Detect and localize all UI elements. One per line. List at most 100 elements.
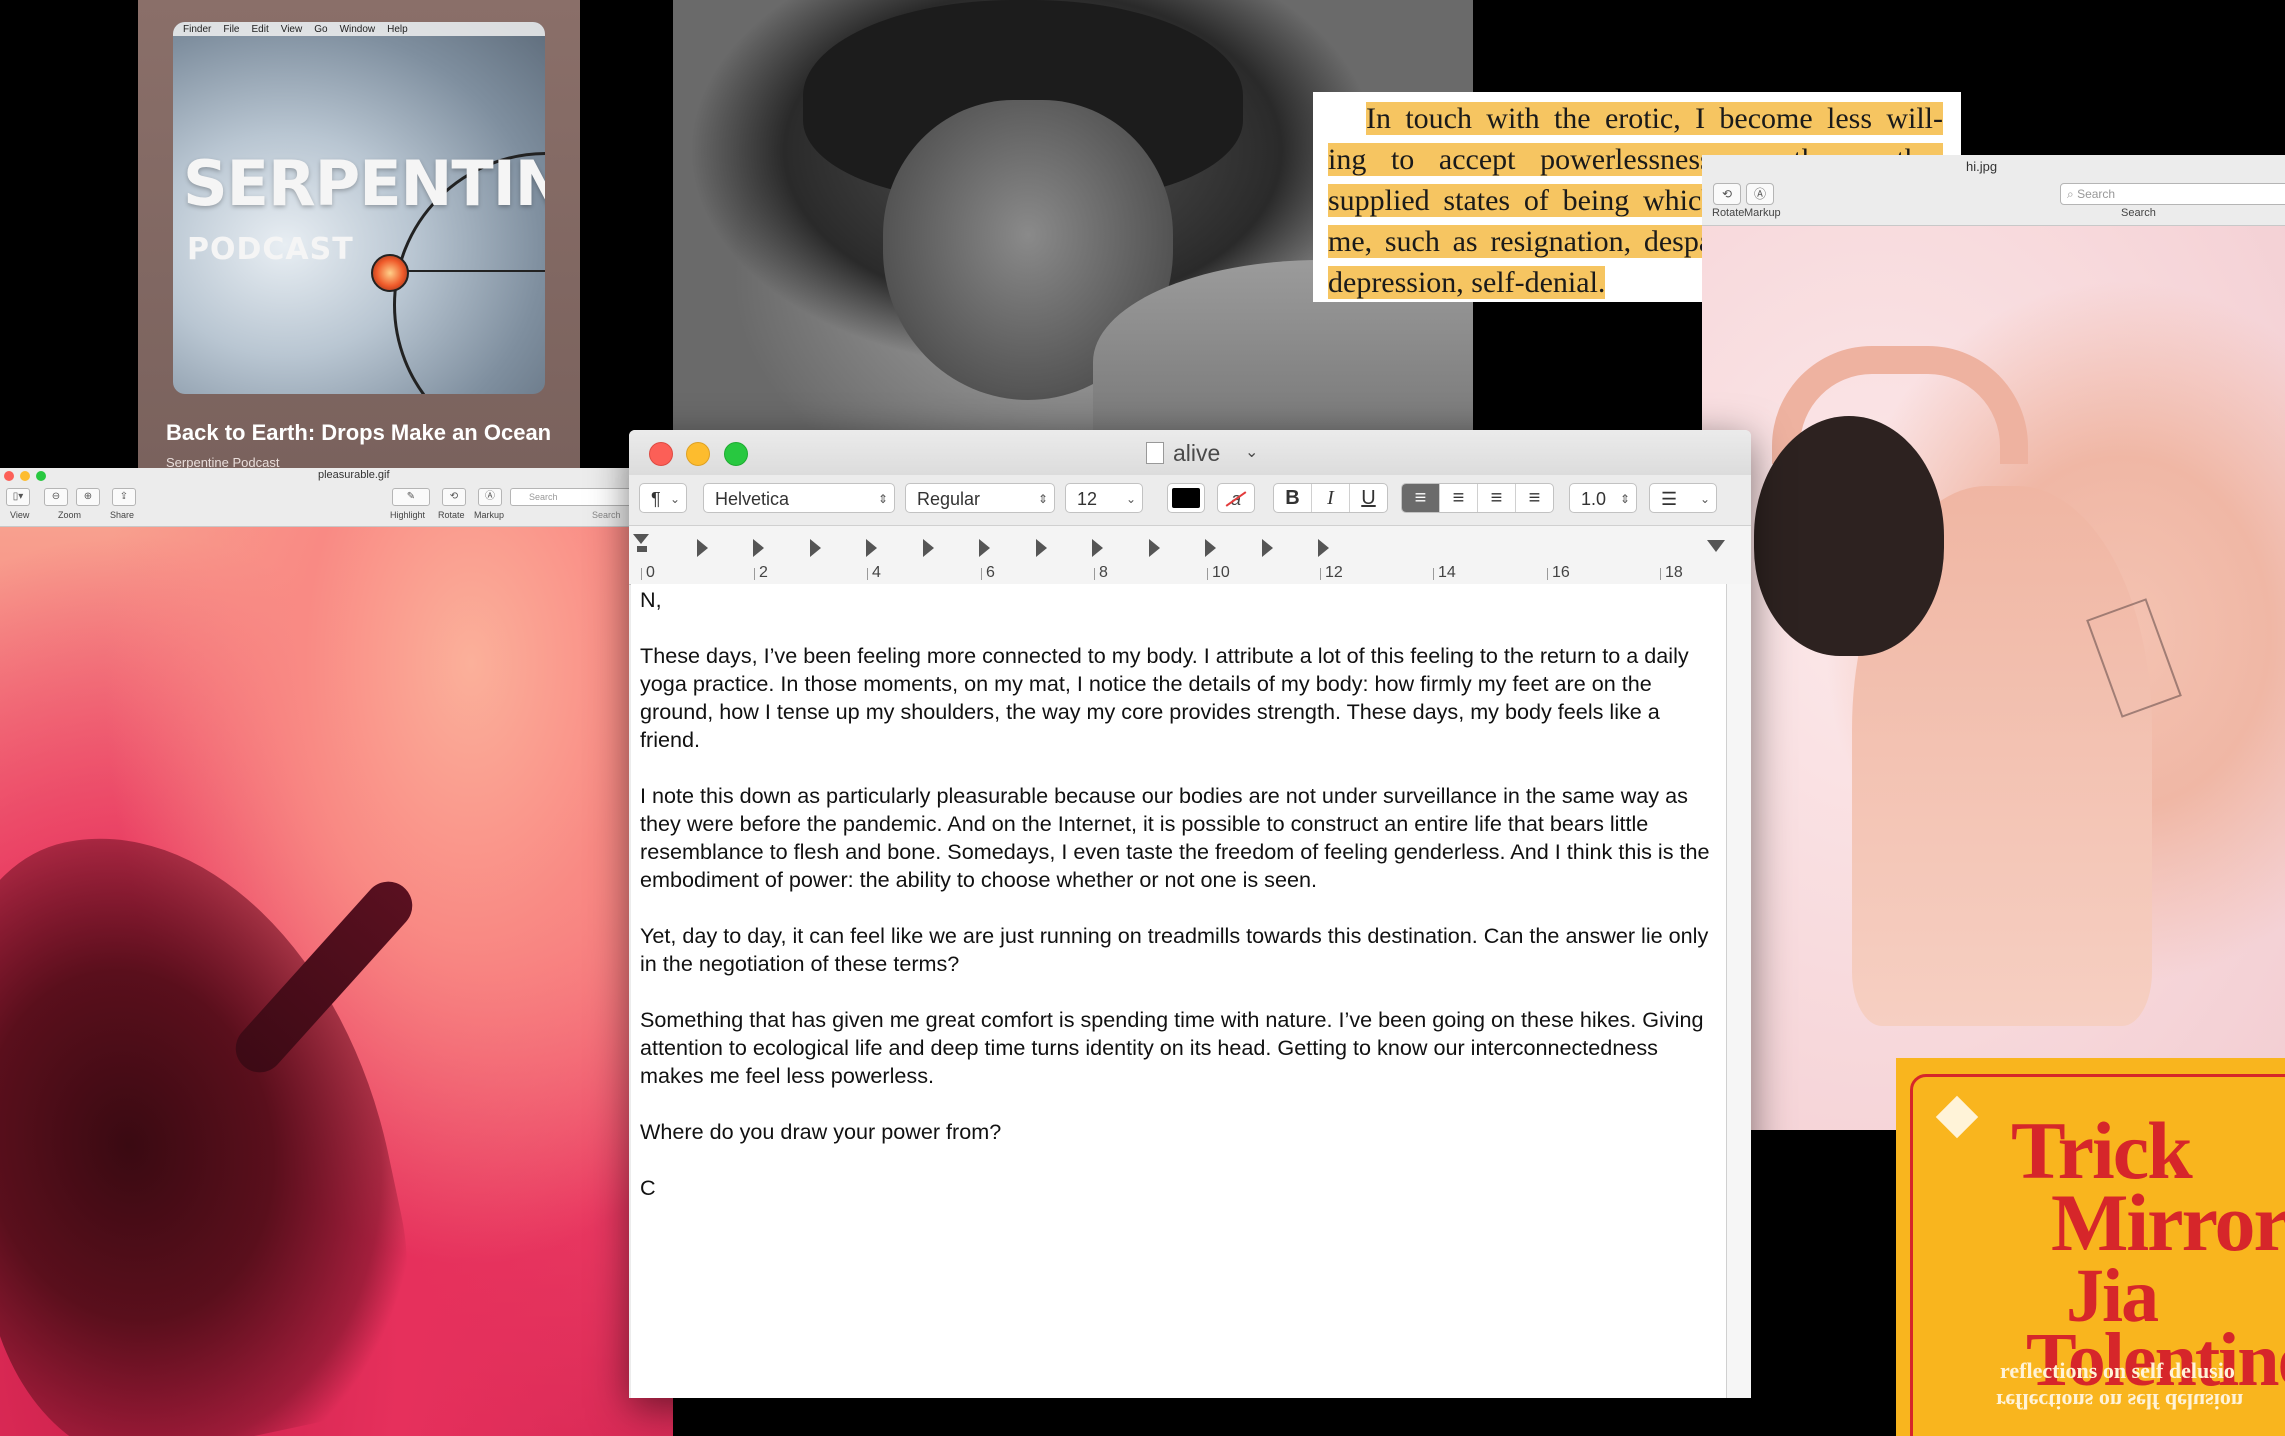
rotate-label: Rotate xyxy=(1712,207,1745,219)
tab-stop-marker[interactable] xyxy=(810,539,821,557)
doc-paragraph[interactable]: Something that has given me great comfor… xyxy=(640,1006,1715,1090)
chevron-down-icon[interactable]: ⌄ xyxy=(1245,442,1258,462)
search-icon: ⌕ xyxy=(2067,187,2078,201)
chevron-down-icon: ⌄ xyxy=(1125,492,1136,506)
text-color-well[interactable] xyxy=(1167,483,1205,513)
doc-paragraph[interactable]: I note this down as particularly pleasur… xyxy=(640,782,1715,894)
tab-stop-marker[interactable] xyxy=(1036,539,1047,557)
align-right-button[interactable]: ≡ xyxy=(1478,484,1516,512)
minimize-button[interactable] xyxy=(686,442,710,466)
document-text[interactable]: N, These days, I’ve been feeling more co… xyxy=(640,586,1715,1230)
pilcrow-icon: ¶ xyxy=(651,489,661,509)
zoom-button[interactable] xyxy=(724,442,748,466)
search-placeholder: Search xyxy=(2077,187,2116,201)
markup-icon[interactable]: Ⓐ xyxy=(1746,183,1774,205)
search-input[interactable]: ⌕ Search xyxy=(2060,183,2285,205)
font-size-combo[interactable]: 12 ⌄ xyxy=(1065,483,1143,513)
close-button[interactable] xyxy=(649,442,673,466)
align-center-button[interactable]: ≡ xyxy=(1440,484,1478,512)
podcast-card[interactable]: Finder File Edit View Go Window Help SER… xyxy=(138,0,580,470)
list-style-button[interactable]: ☰ ⌄ xyxy=(1649,483,1717,513)
ruler-tick xyxy=(1207,568,1208,580)
tab-stop-marker[interactable] xyxy=(923,539,934,557)
highlight-color-well[interactable]: a xyxy=(1217,483,1255,513)
podcast-cover-art: Finder File Edit View Go Window Help SER… xyxy=(173,22,545,394)
cover-menubar: Finder File Edit View Go Window Help xyxy=(173,22,545,36)
podcast-wordmark-sub: PODCAST xyxy=(187,232,354,267)
line-spacing-value: 1.0 xyxy=(1581,489,1607,509)
share-icon[interactable]: ⇪ xyxy=(112,488,136,506)
rotate-icon[interactable]: ⟲ xyxy=(442,488,466,506)
doc-paragraph[interactable]: These days, I’ve been feeling more conne… xyxy=(640,642,1715,754)
zoom-button[interactable] xyxy=(36,471,46,481)
preview-toolbar: pleasurable.gif ▯▾ View ⊖ Zoom ⊕ ⇪ Share… xyxy=(0,468,673,527)
tab-stop-marker[interactable] xyxy=(866,539,877,557)
minimize-button[interactable] xyxy=(20,471,30,481)
sidebar-icon[interactable]: ▯▾ xyxy=(6,488,30,506)
podcast-episode-title[interactable]: Back to Earth: Drops Make an Ocean xyxy=(166,420,551,446)
underline-button[interactable]: U xyxy=(1350,484,1387,512)
chevron-down-icon: ⌄ xyxy=(1699,492,1710,506)
right-indent-marker[interactable] xyxy=(1707,540,1725,552)
vertical-scrollbar[interactable] xyxy=(1727,584,1751,1398)
ruler-label: 2 xyxy=(759,564,768,581)
close-button[interactable] xyxy=(4,471,14,481)
align-justify-button[interactable]: ≡ xyxy=(1516,484,1553,512)
font-style-value: Regular xyxy=(917,489,981,509)
tab-stop-marker[interactable] xyxy=(753,539,764,557)
doc-paragraph[interactable]: N, xyxy=(640,586,1715,614)
zoom-in-icon[interactable]: ⊕ xyxy=(76,488,100,506)
search-label: Search xyxy=(592,510,621,520)
textedit-window[interactable]: alive ⌄ ¶ ⌄ Helvetica ⇕ Regular ⇕ 12 ⌄ a… xyxy=(629,430,1751,1398)
tab-stop-marker[interactable] xyxy=(979,539,990,557)
markup-icon[interactable]: Ⓐ xyxy=(478,488,502,506)
italic-button[interactable]: I xyxy=(1312,484,1350,512)
menu-finder: Finder xyxy=(183,23,212,35)
tab-stop-marker[interactable] xyxy=(1205,539,1216,557)
highlight-label: Highlight xyxy=(390,510,426,520)
title-bar[interactable]: alive ⌄ xyxy=(629,430,1751,475)
ruler-label: 18 xyxy=(1665,564,1683,581)
cover-orb xyxy=(371,254,409,292)
document-page[interactable]: N, These days, I’ve been feeling more co… xyxy=(631,584,1727,1398)
zoom-out-icon[interactable]: ⊖ xyxy=(44,488,68,506)
doc-paragraph[interactable]: C xyxy=(640,1174,1715,1202)
tab-stop-marker[interactable] xyxy=(1149,539,1160,557)
preview-window-hi[interactable]: hi.jpg ⟲ Rotate Ⓐ Markup ⌕ Search Search xyxy=(1702,155,2285,1130)
bold-button[interactable]: B xyxy=(1274,484,1312,512)
preview-window-pleasurable[interactable]: pleasurable.gif ▯▾ View ⊖ Zoom ⊕ ⇪ Share… xyxy=(0,468,673,1436)
text-color-swatch xyxy=(1172,488,1200,508)
book-cover: Trick Mirror Jia Tolentino reflections o… xyxy=(1896,1058,2285,1436)
window-title[interactable]: alive xyxy=(1173,440,1220,467)
ruler[interactable]: 0 2 4 6 8 10 12 14 16 18 xyxy=(629,525,1751,585)
doc-paragraph[interactable]: Where do you draw your power from? xyxy=(640,1118,1715,1146)
figure-head xyxy=(1754,416,1944,656)
font-family-select[interactable]: Helvetica ⇕ xyxy=(703,483,895,513)
align-left-button[interactable]: ≡ xyxy=(1402,484,1440,512)
rotate-icon[interactable]: ⟲ xyxy=(1713,183,1741,205)
rotate-label: Rotate xyxy=(438,510,465,520)
document-icon xyxy=(1146,442,1164,464)
tab-stop-marker[interactable] xyxy=(1262,539,1273,557)
doc-paragraph[interactable]: Yet, day to day, it can feel like we are… xyxy=(640,922,1715,978)
ruler-label: 4 xyxy=(872,564,881,581)
ruler-label: 10 xyxy=(1212,564,1230,581)
search-label: Search xyxy=(2121,207,2156,219)
left-indent-marker[interactable] xyxy=(637,546,647,552)
paragraph-styles-button[interactable]: ¶ ⌄ xyxy=(639,483,687,513)
tab-stop-marker[interactable] xyxy=(1092,539,1103,557)
line-spacing-select[interactable]: 1.0 ⇕ xyxy=(1569,483,1637,513)
markup-label: Markup xyxy=(1744,207,1781,219)
font-style-select[interactable]: Regular ⇕ xyxy=(905,483,1055,513)
markup-label: Markup xyxy=(474,510,505,520)
text-style-group: B I U xyxy=(1273,483,1388,513)
first-line-indent-marker[interactable] xyxy=(633,534,649,544)
tab-stop-marker[interactable] xyxy=(1318,539,1329,557)
tab-stop-marker[interactable] xyxy=(697,539,708,557)
preview-image xyxy=(0,527,673,1436)
highlight-icon[interactable]: ✎ xyxy=(392,488,430,506)
menu-view: View xyxy=(280,23,303,35)
font-size-value: 12 xyxy=(1077,489,1098,509)
ruler-tick xyxy=(1094,568,1095,580)
menu-file: File xyxy=(223,23,240,35)
